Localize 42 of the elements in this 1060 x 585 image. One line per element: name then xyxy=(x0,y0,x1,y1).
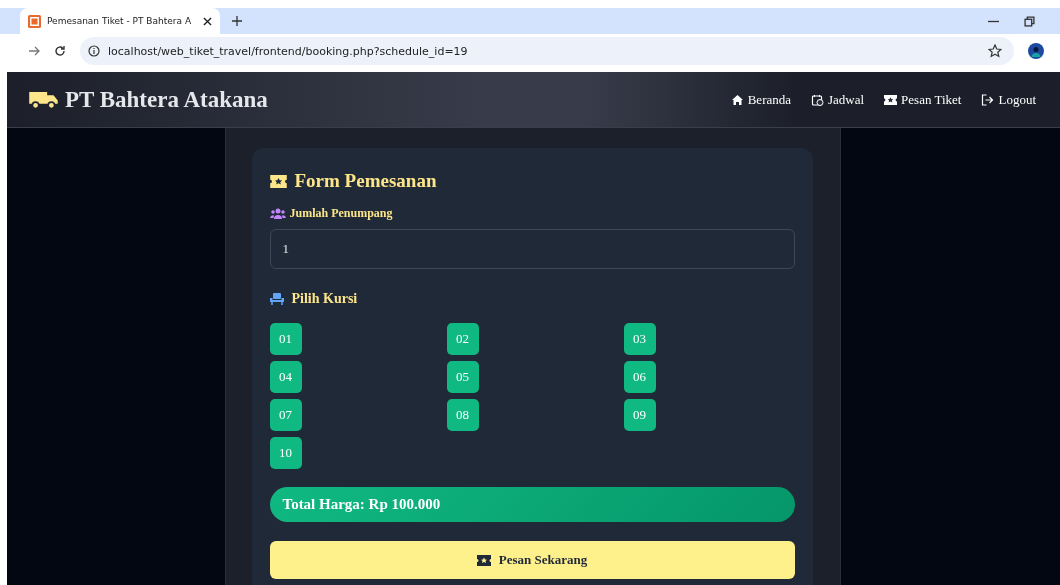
avatar-icon[interactable] xyxy=(1028,43,1044,59)
seat-button[interactable]: 01 xyxy=(269,323,302,355)
favicon-icon xyxy=(28,14,41,28)
seat-button[interactable]: 09 xyxy=(623,399,656,431)
users-icon xyxy=(269,208,286,219)
ticket-icon xyxy=(476,554,491,566)
home-icon xyxy=(730,93,744,106)
chair-icon xyxy=(269,293,284,305)
passenger-count-field[interactable]: 1 xyxy=(269,229,795,269)
seat-button[interactable]: 04 xyxy=(269,361,302,393)
new-tab-icon[interactable] xyxy=(232,16,242,26)
total-price-bar: Total Harga: Rp 100.000 xyxy=(269,487,795,522)
address-bar[interactable]: localhost/web_tiket_travel/frontend/booking.php?schedule_id=19 xyxy=(80,37,1014,65)
nav-link[interactable]: Beranda xyxy=(730,91,791,108)
form-title: Form Pemesanan xyxy=(294,170,437,192)
restore-icon[interactable] xyxy=(1024,15,1035,27)
star-icon[interactable] xyxy=(988,44,1002,58)
close-icon[interactable] xyxy=(203,16,212,26)
seat-button[interactable]: 08 xyxy=(446,399,479,431)
seat-button[interactable]: 10 xyxy=(269,437,302,469)
submit-button[interactable]: Pesan Sekarang xyxy=(269,541,795,579)
seat-button[interactable]: 06 xyxy=(623,361,656,393)
section-label: Pilih Kursi xyxy=(291,291,358,307)
ticket-icon xyxy=(269,174,287,188)
nav-link[interactable]: Jadwal xyxy=(811,91,865,108)
tab-title: Pemesanan Tiket - PT Bahtera A xyxy=(47,16,193,26)
reload-icon[interactable] xyxy=(54,45,66,57)
field-label: Jumlah Penumpang xyxy=(289,206,393,221)
truck-icon xyxy=(29,90,59,109)
nav-link[interactable]: Pesan Tiket xyxy=(884,91,962,108)
browser-tab[interactable]: Pemesanan Tiket - PT Bahtera A xyxy=(20,8,220,34)
ticket-icon xyxy=(884,93,898,106)
logout-icon xyxy=(981,93,995,106)
calendar-clock-icon xyxy=(811,93,824,106)
forward-icon[interactable] xyxy=(28,45,40,57)
seat-button[interactable]: 05 xyxy=(446,361,479,393)
info-icon xyxy=(88,45,100,57)
seat-button[interactable]: 07 xyxy=(269,399,302,431)
seat-button[interactable]: 03 xyxy=(623,323,656,355)
seat-button[interactable]: 02 xyxy=(446,323,479,355)
nav-link[interactable]: Logout xyxy=(981,91,1036,108)
brand-title: PT Bahtera Atakana xyxy=(65,86,268,113)
